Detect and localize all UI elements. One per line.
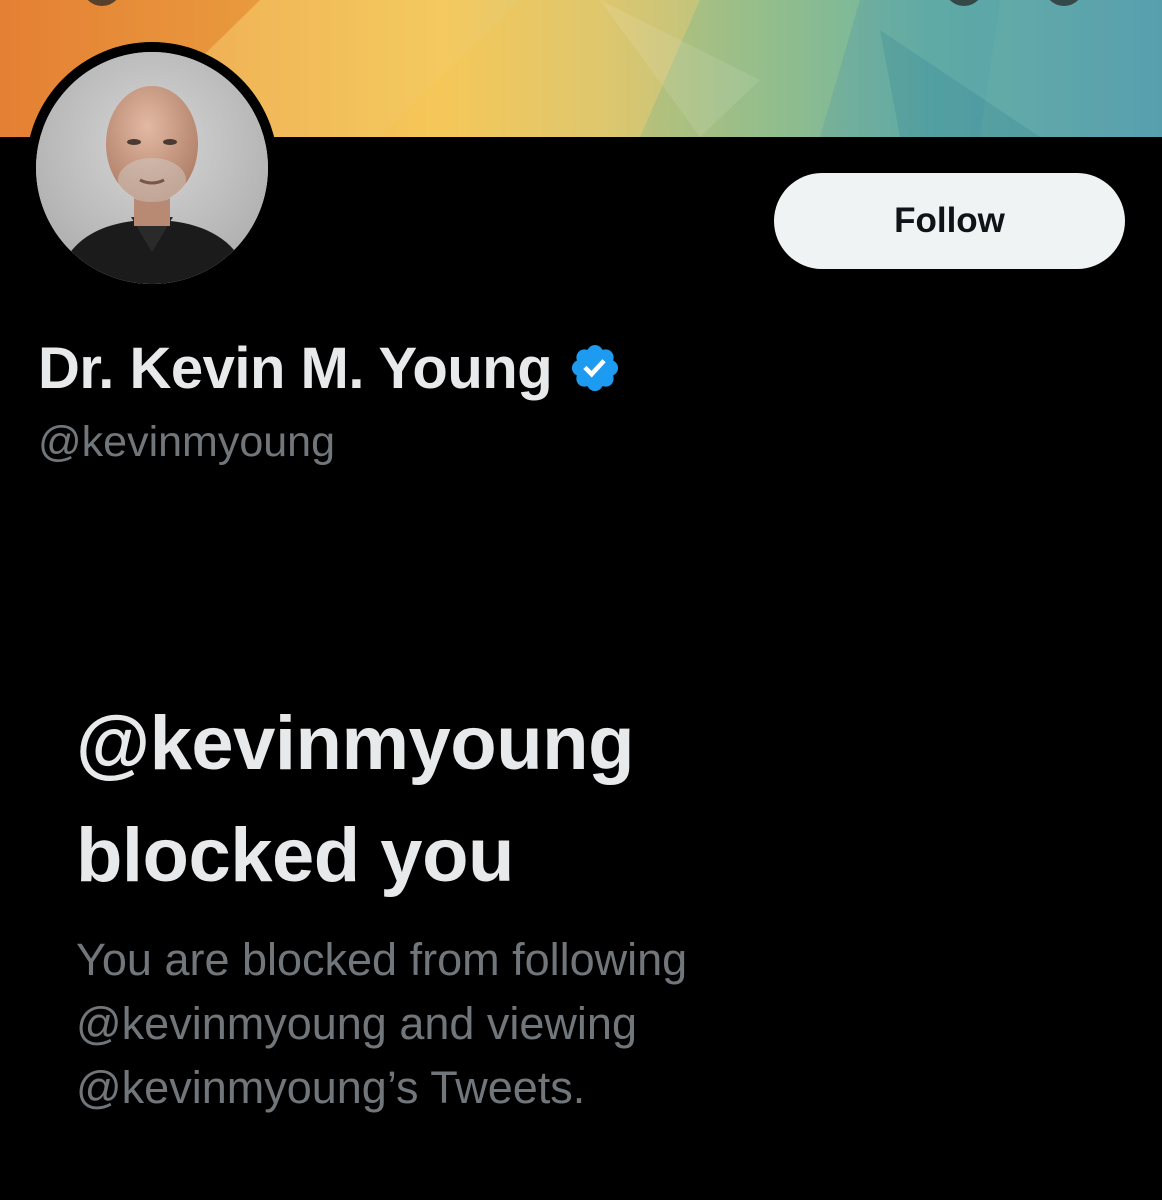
blocked-description-line: @kevinmyoung’s Tweets. bbox=[76, 1062, 586, 1113]
verified-badge-icon bbox=[572, 344, 619, 392]
blocked-title-line: @kevinmyoung bbox=[76, 701, 635, 786]
profile-photo bbox=[36, 52, 268, 284]
profile-photo-icon bbox=[36, 52, 268, 284]
avatar[interactable] bbox=[26, 42, 278, 294]
blocked-description: You are blocked from following @kevinmyo… bbox=[76, 928, 896, 1120]
blocked-description-line: You are blocked from following bbox=[76, 934, 688, 985]
blocked-title: @kevinmyoung blocked you bbox=[76, 688, 635, 912]
follow-button[interactable]: Follow bbox=[774, 173, 1125, 269]
blocked-description-line: @kevinmyoung and viewing bbox=[76, 998, 637, 1049]
profile-handle: @kevinmyoung bbox=[38, 418, 336, 466]
display-name: Dr. Kevin M. Young bbox=[38, 335, 553, 401]
profile-name-row: Dr. Kevin M. Young bbox=[38, 328, 622, 408]
blocked-title-line: blocked you bbox=[76, 813, 514, 898]
